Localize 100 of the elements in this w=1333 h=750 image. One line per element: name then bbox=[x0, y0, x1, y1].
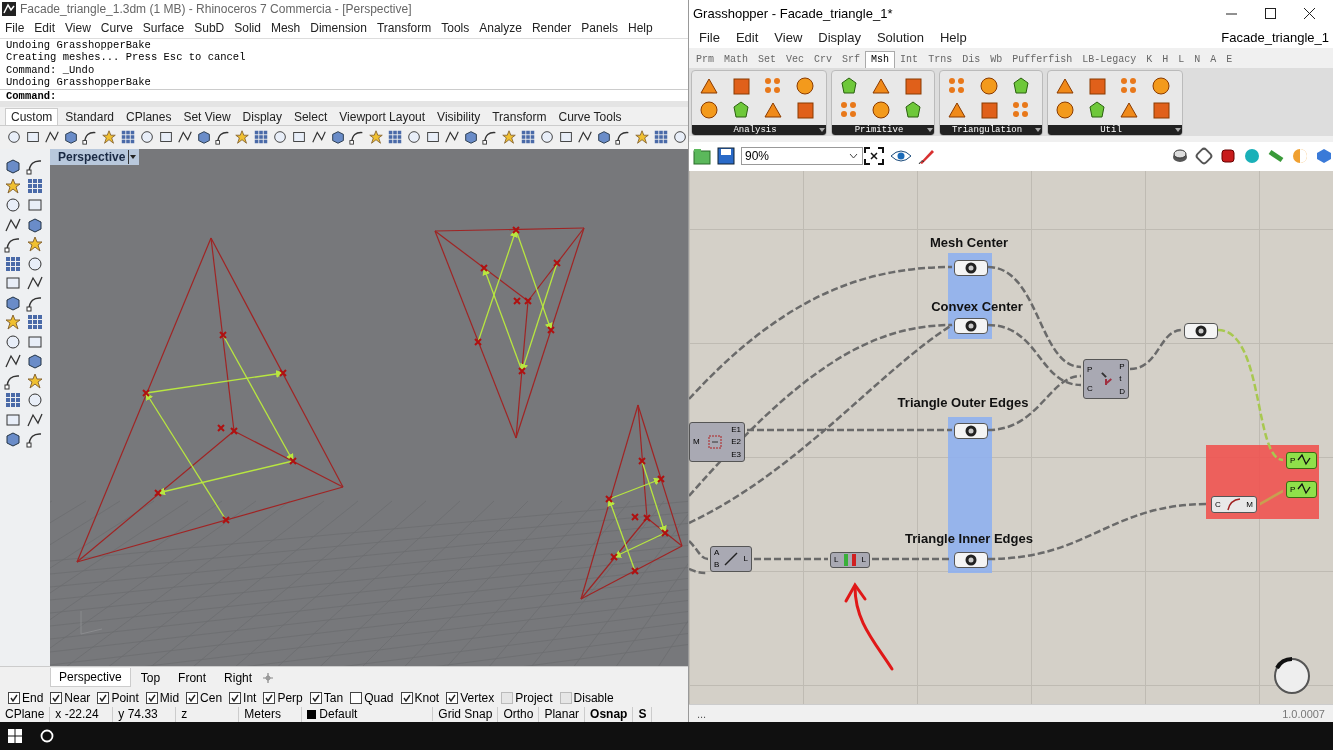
toolbar-tab[interactable]: Standard bbox=[60, 108, 120, 125]
cube-icon[interactable] bbox=[63, 128, 80, 147]
cube-icon[interactable] bbox=[329, 128, 346, 147]
component[interactable]: L L bbox=[830, 551, 870, 568]
menu-item[interactable]: Edit bbox=[34, 21, 56, 36]
arc-icon[interactable] bbox=[4, 235, 22, 254]
toolbar-tab[interactable]: Curve Tools bbox=[553, 108, 627, 125]
sphere-icon[interactable] bbox=[978, 74, 1000, 97]
circle-icon[interactable] bbox=[4, 332, 22, 351]
menu-item[interactable]: SubD bbox=[194, 21, 225, 36]
toolbar-tab[interactable]: CPlanes bbox=[121, 108, 177, 125]
checkbox[interactable] bbox=[446, 691, 459, 704]
pen-icon[interactable] bbox=[918, 147, 936, 166]
cube-icon[interactable] bbox=[4, 157, 22, 176]
add-tab-icon[interactable] bbox=[262, 671, 275, 684]
circle-icon[interactable] bbox=[26, 254, 44, 273]
ribbon-tab[interactable]: Trns bbox=[923, 51, 958, 68]
cube-icon[interactable] bbox=[196, 128, 213, 147]
checkbox[interactable] bbox=[229, 691, 242, 704]
star-icon[interactable] bbox=[234, 128, 251, 147]
toolbar-tab[interactable]: Viewport Layout bbox=[334, 108, 431, 125]
expand-icon[interactable] bbox=[818, 126, 826, 133]
viewport-tab[interactable]: Right bbox=[216, 668, 261, 687]
checkbox[interactable] bbox=[309, 691, 322, 704]
menu-item[interactable]: Panels bbox=[581, 21, 618, 36]
component[interactable]: M E1 E2 E3 bbox=[689, 421, 745, 462]
menu-item[interactable]: Solid bbox=[234, 21, 261, 36]
toolbar-tab[interactable]: Visibility bbox=[432, 108, 486, 125]
checkbox[interactable] bbox=[50, 691, 63, 704]
ribbon-tab[interactable]: Int bbox=[895, 51, 924, 68]
checkbox[interactable] bbox=[263, 691, 276, 704]
status-toggle[interactable]: S bbox=[633, 707, 653, 722]
polygon-icon[interactable] bbox=[1315, 147, 1333, 166]
sphere-icon[interactable] bbox=[1243, 147, 1261, 166]
toolbar-tab[interactable]: Display bbox=[237, 108, 287, 125]
cube-icon[interactable] bbox=[595, 128, 612, 147]
grid-icon[interactable] bbox=[4, 391, 22, 410]
grid-icon[interactable] bbox=[26, 176, 44, 195]
shaded-preview-icon[interactable] bbox=[1219, 147, 1237, 166]
cube-icon[interactable] bbox=[26, 352, 44, 371]
zoom-field[interactable]: 90% bbox=[741, 147, 863, 166]
save-icon[interactable] bbox=[717, 147, 735, 166]
layer-name[interactable]: Default bbox=[319, 707, 358, 722]
menu-item[interactable]: View bbox=[774, 30, 803, 46]
viewport-tab[interactable]: Front bbox=[170, 668, 215, 687]
status-toggle[interactable]: Grid Snap bbox=[433, 707, 499, 722]
star-icon[interactable] bbox=[26, 371, 44, 390]
ribbon-tab[interactable]: E bbox=[1221, 51, 1238, 68]
component[interactable]: P C P t D bbox=[1083, 358, 1129, 399]
viewport-tab[interactable]: Top bbox=[132, 668, 169, 687]
menu-item[interactable]: Render bbox=[531, 21, 572, 36]
expand-icon[interactable] bbox=[1174, 126, 1182, 133]
search-icon[interactable] bbox=[40, 729, 54, 743]
menu-item[interactable]: View bbox=[65, 21, 91, 36]
menu-item[interactable]: Transform bbox=[376, 21, 432, 36]
ribbon-tab[interactable]: Math bbox=[719, 51, 754, 68]
toolbar-tab[interactable]: Custom bbox=[5, 107, 59, 125]
cube-icon[interactable] bbox=[462, 128, 479, 147]
checkbox[interactable] bbox=[97, 691, 110, 704]
toolbar-tab[interactable]: Select bbox=[288, 108, 333, 125]
star-icon[interactable] bbox=[500, 128, 517, 147]
expand-icon[interactable] bbox=[1034, 126, 1042, 133]
open-file-icon[interactable] bbox=[693, 147, 711, 166]
component[interactable]: A B L bbox=[710, 545, 752, 572]
status-toggle[interactable]: Ortho bbox=[498, 707, 540, 722]
arc-icon[interactable] bbox=[26, 430, 44, 449]
star-icon[interactable] bbox=[4, 313, 22, 332]
windows-logo-icon[interactable] bbox=[8, 729, 22, 743]
ribbon-tab[interactable]: Pufferfish bbox=[1007, 51, 1078, 68]
ribbon-tab[interactable]: A bbox=[1205, 51, 1222, 68]
checkbox[interactable] bbox=[186, 691, 199, 704]
menu-item[interactable]: Curve bbox=[100, 21, 133, 36]
toolbar-tab[interactable]: Set View bbox=[178, 108, 236, 125]
grid-icon[interactable] bbox=[26, 313, 44, 332]
close-icon[interactable] bbox=[1304, 8, 1315, 20]
checkbox[interactable] bbox=[145, 691, 158, 704]
ribbon-tab[interactable]: Wb bbox=[985, 51, 1008, 68]
star-icon[interactable] bbox=[634, 128, 651, 147]
ribbon-tab[interactable]: N bbox=[1189, 51, 1206, 68]
circle-icon[interactable] bbox=[4, 196, 22, 215]
eye-icon[interactable] bbox=[890, 149, 912, 164]
status-toggle[interactable]: Osnap bbox=[585, 707, 634, 722]
star-icon[interactable] bbox=[4, 176, 22, 195]
sphere-icon[interactable] bbox=[698, 98, 720, 121]
ribbon-tab[interactable]: H bbox=[1157, 51, 1174, 68]
caret-icon[interactable] bbox=[128, 150, 138, 165]
menu-item[interactable]: Surface bbox=[142, 21, 185, 36]
ribbon-tab[interactable]: Prm bbox=[691, 51, 719, 68]
status-toggle[interactable]: Planar bbox=[539, 707, 586, 722]
checkbox[interactable] bbox=[8, 691, 20, 704]
ribbon-tab[interactable]: Crv bbox=[809, 51, 838, 68]
menu-item[interactable]: Help bbox=[939, 30, 967, 46]
star-icon[interactable] bbox=[101, 128, 118, 147]
grid-icon[interactable] bbox=[4, 254, 22, 273]
maximize-icon[interactable] bbox=[1265, 8, 1276, 20]
menu-item[interactable]: Analyze bbox=[479, 21, 522, 36]
sphere-icon[interactable] bbox=[870, 98, 892, 121]
ribbon-tab[interactable]: Dis bbox=[957, 51, 986, 68]
expand-icon[interactable] bbox=[926, 126, 934, 133]
viewport-tab[interactable]: Perspective bbox=[50, 668, 131, 688]
